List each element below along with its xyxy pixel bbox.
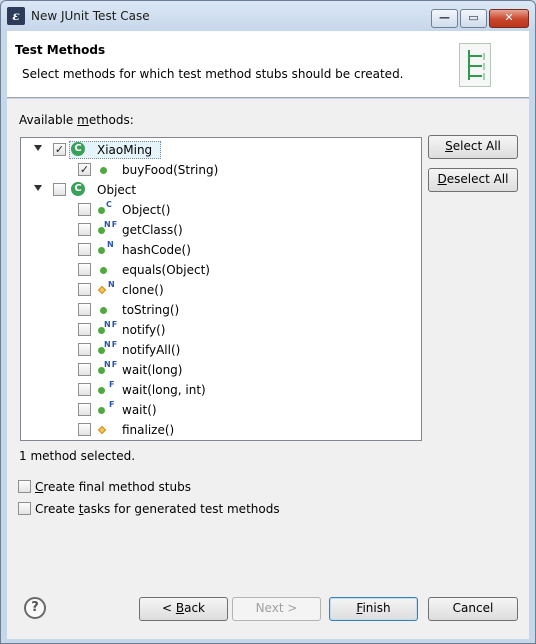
method-checkbox[interactable] xyxy=(78,423,91,436)
tree-row-method[interactable]: NF getClass() xyxy=(21,220,421,240)
green-dot-icon xyxy=(100,167,107,174)
method-checkbox[interactable] xyxy=(78,343,91,356)
dialog-window: ε New JUnit Test Case — ▭ ✕ Test Methods… xyxy=(0,0,536,644)
method-checkbox[interactable] xyxy=(78,383,91,396)
method-checkbox[interactable]: ✓ xyxy=(78,163,91,176)
methods-tree[interactable]: ✓ C XiaoMing ✓ buyFood(String) C Object xyxy=(20,137,422,441)
green-dot-icon xyxy=(98,407,105,414)
green-dot-icon xyxy=(100,267,107,274)
tree-row-method[interactable]: ✓ buyFood(String) xyxy=(21,160,421,180)
method-label: getClass() xyxy=(122,223,183,237)
expand-arrow-icon[interactable] xyxy=(34,145,42,151)
yellow-diamond-icon xyxy=(97,425,107,435)
tree-label-xiaoming: XiaoMing xyxy=(97,143,153,157)
method-badge: NF xyxy=(104,340,119,349)
tree-row-method[interactable]: NF notify() xyxy=(21,320,421,340)
expand-arrow-icon[interactable] xyxy=(34,185,42,191)
help-icon[interactable]: ? xyxy=(24,597,46,619)
green-dot-icon xyxy=(100,307,107,314)
method-checkbox[interactable] xyxy=(78,283,91,296)
window-title: New JUnit Test Case xyxy=(31,9,150,23)
method-label: clone() xyxy=(122,283,164,297)
create-tasks-checkbox[interactable] xyxy=(18,502,31,515)
tree-row-method[interactable]: finalize() xyxy=(21,420,421,440)
method-label: hashCode() xyxy=(122,243,191,257)
tree-row-method[interactable]: equals(Object) xyxy=(21,260,421,280)
method-label: wait(long) xyxy=(122,363,183,377)
option-label: Create tasks for generated test methods xyxy=(35,502,280,516)
method-badge: F xyxy=(109,380,116,389)
method-badge: NF xyxy=(104,360,119,369)
green-dot-icon xyxy=(98,247,105,254)
available-methods-label: Available methods: xyxy=(19,113,134,127)
method-checkbox[interactable] xyxy=(78,403,91,416)
back-button[interactable]: < Back xyxy=(139,597,228,621)
deselect-all-button[interactable]: Deselect All xyxy=(428,168,518,192)
next-button[interactable]: Next > xyxy=(232,597,321,621)
method-label: notifyAll() xyxy=(122,343,181,357)
tree-row-object[interactable]: C Object xyxy=(21,180,421,200)
method-label: buyFood(String) xyxy=(122,163,219,177)
tree-row-method[interactable]: N hashCode() xyxy=(21,240,421,260)
finish-button[interactable]: Finish xyxy=(329,597,418,621)
method-badge: NF xyxy=(104,220,119,229)
title-bar[interactable]: ε New JUnit Test Case — ▭ ✕ xyxy=(1,1,535,31)
page-description: Select methods for which test method stu… xyxy=(22,67,404,81)
create-final-stubs-checkbox[interactable] xyxy=(18,480,31,493)
page-title: Test Methods xyxy=(15,43,106,57)
tree-row-method[interactable]: NF wait(long) xyxy=(21,360,421,380)
tree-row-method[interactable]: NF notifyAll() xyxy=(21,340,421,360)
method-checkbox[interactable] xyxy=(78,223,91,236)
tree-row-xiaoming[interactable]: ✓ C XiaoMing xyxy=(21,140,421,160)
method-checkbox[interactable] xyxy=(78,323,91,336)
tree-row-method[interactable]: C Object() xyxy=(21,200,421,220)
method-badge: NF xyxy=(104,320,119,329)
method-label: wait(long, int) xyxy=(122,383,206,397)
tree-row-method[interactable]: F wait() xyxy=(21,400,421,420)
method-label: equals(Object) xyxy=(122,263,210,277)
method-checkbox[interactable] xyxy=(78,203,91,216)
yellow-diamond-icon xyxy=(97,285,107,295)
class-icon: C xyxy=(71,142,85,156)
green-dot-icon xyxy=(98,207,105,214)
xiaoming-checkbox[interactable]: ✓ xyxy=(53,143,66,156)
maximize-button[interactable]: ▭ xyxy=(460,9,487,28)
wizard-banner: Test Methods Select methods for which te… xyxy=(7,31,529,98)
method-badge: F xyxy=(109,400,116,409)
select-all-button[interactable]: Select All xyxy=(428,135,518,159)
cancel-button[interactable]: Cancel xyxy=(428,597,518,621)
tree-row-method[interactable]: N clone() xyxy=(21,280,421,300)
method-badge: N xyxy=(107,240,115,249)
selection-status: 1 method selected. xyxy=(19,449,136,463)
method-label: Object() xyxy=(122,203,171,217)
tree-label-object: Object xyxy=(97,183,137,197)
green-dot-icon xyxy=(98,387,105,394)
method-label: wait() xyxy=(122,403,157,417)
method-checkbox[interactable] xyxy=(78,363,91,376)
method-badge: N xyxy=(108,280,116,289)
method-label: notify() xyxy=(122,323,166,337)
method-label: finalize() xyxy=(122,423,175,437)
class-icon: C xyxy=(71,182,85,196)
eclipse-app-icon: ε xyxy=(7,7,25,25)
method-checkbox[interactable] xyxy=(78,263,91,276)
minimize-button[interactable]: — xyxy=(431,9,458,28)
tree-row-method[interactable]: F wait(long, int) xyxy=(21,380,421,400)
method-badge: C xyxy=(106,200,113,209)
junit-wizard-icon xyxy=(459,43,491,87)
wizard-content: Available methods: ✓ C XiaoMing ✓ buyFoo… xyxy=(7,99,529,639)
option-label: Create final method stubs xyxy=(35,480,191,494)
object-checkbox[interactable] xyxy=(53,183,66,196)
method-label: toString() xyxy=(122,303,180,317)
tree-row-method[interactable]: toString() xyxy=(21,300,421,320)
close-button[interactable]: ✕ xyxy=(489,9,529,28)
method-checkbox[interactable] xyxy=(78,303,91,316)
method-checkbox[interactable] xyxy=(78,243,91,256)
